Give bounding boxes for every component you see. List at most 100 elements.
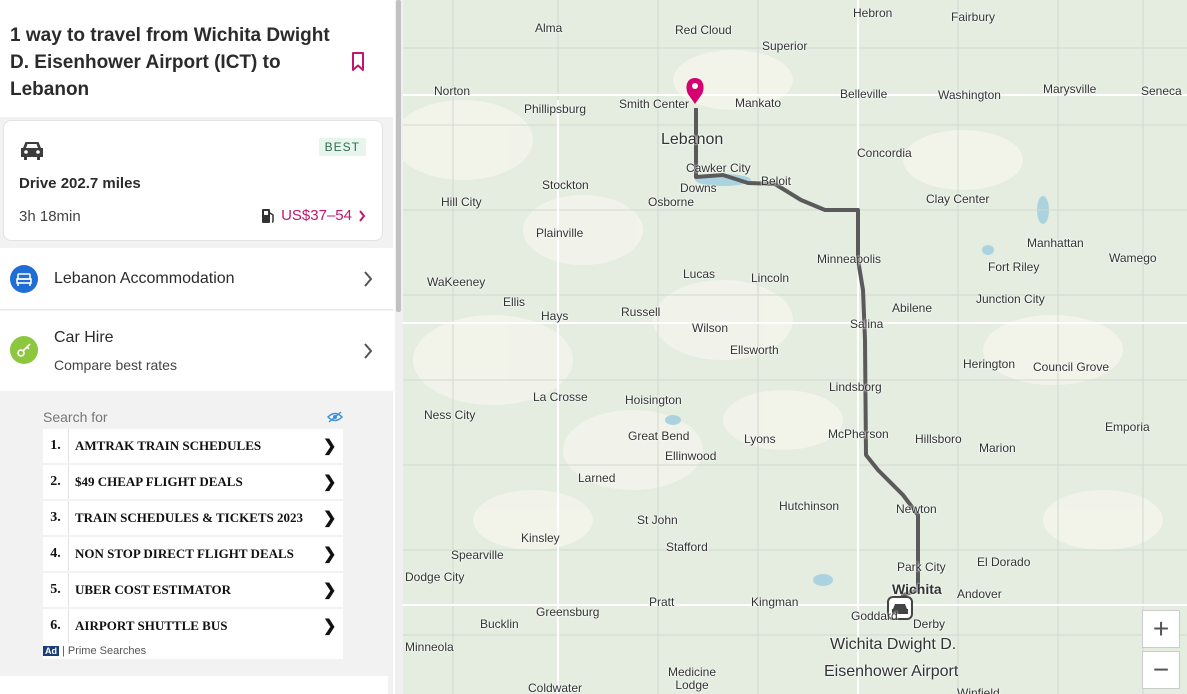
zoom-out-button[interactable]: − — [1142, 651, 1180, 689]
town-label: Emporia — [1105, 420, 1150, 434]
town-label: Manhattan — [1027, 236, 1084, 250]
page-title: 1 way to travel from Wichita Dwight D. E… — [10, 25, 330, 100]
ad-item[interactable]: 2. $49 CHEAP FLIGHT DEALS ❯ — [43, 463, 343, 499]
ad-header: Search for — [43, 407, 343, 427]
town-label: Ellinwood — [665, 449, 717, 463]
town-label: Mankato — [735, 96, 782, 110]
accommodation-label: Lebanon Accommodation — [54, 270, 235, 287]
town-label: Concordia — [857, 146, 912, 160]
origin-label: Wichita Dwight D. — [830, 636, 957, 653]
car-hire-link[interactable]: Car Hire Compare best rates — [0, 311, 393, 391]
town-label: Red Cloud — [675, 23, 732, 37]
town-label: Superior — [762, 39, 808, 53]
ad-item-text: AMTRAK TRAIN SCHEDULES — [75, 438, 262, 453]
town-label: Alma — [535, 21, 563, 35]
drive-option-card[interactable]: BEST Drive 202.7 miles 3h 18min US$37–54 — [3, 120, 383, 241]
town-label: Junction City — [976, 292, 1045, 306]
town-label: Fairbury — [951, 10, 996, 24]
scrollbar-thumb[interactable] — [396, 0, 401, 312]
car-icon — [21, 142, 43, 160]
origin-label: Eisenhower Airport — [824, 663, 959, 680]
ad-item-number: 4. — [43, 537, 69, 571]
bookmark-icon[interactable] — [351, 52, 365, 72]
town-label: Downs — [680, 181, 717, 195]
town-label: Washington — [938, 88, 1001, 102]
town-label: Marion — [979, 441, 1016, 455]
ad-item-text: UBER COST ESTIMATOR — [75, 582, 232, 597]
town-label: Lincoln — [751, 271, 790, 285]
ad-arrow-icon: ❯ — [323, 618, 337, 635]
town-label: Derby — [913, 617, 946, 631]
town-label: Lyons — [744, 432, 776, 446]
town-label: Bucklin — [480, 617, 519, 631]
ad-arrow-icon: ❯ — [323, 546, 337, 563]
town-label: Hillsboro — [915, 432, 962, 446]
town-label: Plainville — [536, 226, 584, 240]
town-label: Stockton — [542, 178, 589, 192]
ad-item-number: 6. — [43, 609, 69, 643]
panel-scrollbar[interactable] — [395, 0, 403, 694]
ad-arrow-icon: ❯ — [323, 438, 337, 455]
ad-item[interactable]: 4. NON STOP DIRECT FLIGHT DEALS ❯ — [43, 535, 343, 571]
town-label: Winfield — [957, 686, 1000, 694]
town-label: Minneapolis — [817, 252, 882, 266]
route-panel: 1 way to travel from Wichita Dwight D. E… — [0, 0, 393, 694]
ad-item[interactable]: 5. UBER COST ESTIMATOR ❯ — [43, 571, 343, 607]
town-label: Salina — [850, 317, 884, 331]
route-header: 1 way to travel from Wichita Dwight D. E… — [0, 0, 393, 117]
ad-item[interactable]: 1. AMTRAK TRAIN SCHEDULES ❯ — [43, 427, 343, 463]
price-link[interactable]: US$37–54 — [261, 207, 366, 224]
key-icon — [10, 336, 38, 364]
town-label: Hoisington — [625, 393, 682, 407]
town-label: Cawker City — [686, 161, 751, 175]
ad-provider[interactable]: Prime Searches — [68, 645, 146, 657]
town-label: Dodge City — [405, 570, 465, 584]
bed-icon — [10, 265, 38, 293]
town-label: Norton — [434, 84, 471, 98]
town-label: El Dorado — [977, 555, 1031, 569]
town-label: Seneca — [1141, 84, 1182, 98]
ad-header-label: Search for — [43, 409, 108, 425]
town-label: Russell — [621, 305, 661, 319]
town-label: Hebron — [853, 6, 893, 20]
route-map[interactable]: Hebron Fairbury Alma Red Cloud Superior … — [403, 0, 1187, 694]
car-hire-subtitle: Compare best rates — [54, 357, 177, 373]
town-label: La Crosse — [533, 390, 588, 404]
ad-item-text: $49 CHEAP FLIGHT DEALS — [75, 474, 243, 489]
town-label: Newton — [896, 502, 937, 516]
drive-duration: 3h 18min — [19, 208, 81, 225]
town-label: Hutchinson — [779, 499, 840, 513]
accommodation-link[interactable]: Lebanon Accommodation — [0, 248, 393, 310]
ad-item[interactable]: 3. TRAIN SCHEDULES & TICKETS 2023 ❯ — [43, 499, 343, 535]
town-label: Park City — [897, 560, 946, 574]
town-label: Herington — [963, 357, 1016, 371]
eye-icon[interactable] — [327, 411, 343, 423]
town-label: Minneola — [405, 640, 454, 654]
town-label: Medicine Lodge — [667, 665, 717, 692]
town-label: Stafford — [666, 540, 708, 554]
ad-item-number: 1. — [43, 429, 69, 463]
town-label: Beloit — [761, 174, 792, 188]
town-label: Abilene — [892, 301, 933, 315]
town-label: Kingman — [751, 595, 799, 609]
ad-item[interactable]: 6. AIRPORT SHUTTLE BUS ❯ — [43, 607, 343, 643]
town-label: Wamego — [1109, 251, 1157, 265]
town-label: Ellis — [503, 295, 526, 309]
drive-distance: Drive 202.7 miles — [19, 175, 141, 192]
town-label: Kinsley — [521, 531, 560, 545]
ad-separator: | — [62, 645, 65, 657]
next-card — [0, 676, 388, 694]
town-label: Larned — [578, 471, 616, 485]
town-label: Council Grove — [1033, 360, 1110, 374]
town-label: Phillipsburg — [524, 102, 587, 116]
town-label: Fort Riley — [988, 260, 1040, 274]
price-range: US$37–54 — [281, 207, 352, 224]
zoom-in-button[interactable]: + — [1142, 610, 1180, 648]
town-label: Spearville — [451, 548, 504, 562]
chevron-right-icon — [364, 271, 373, 287]
map-canvas — [403, 0, 1187, 694]
town-label: McPherson — [828, 427, 889, 441]
destination-label: Lebanon — [661, 131, 724, 148]
ad-arrow-icon: ❯ — [323, 582, 337, 599]
town-label: Andover — [957, 587, 1002, 601]
